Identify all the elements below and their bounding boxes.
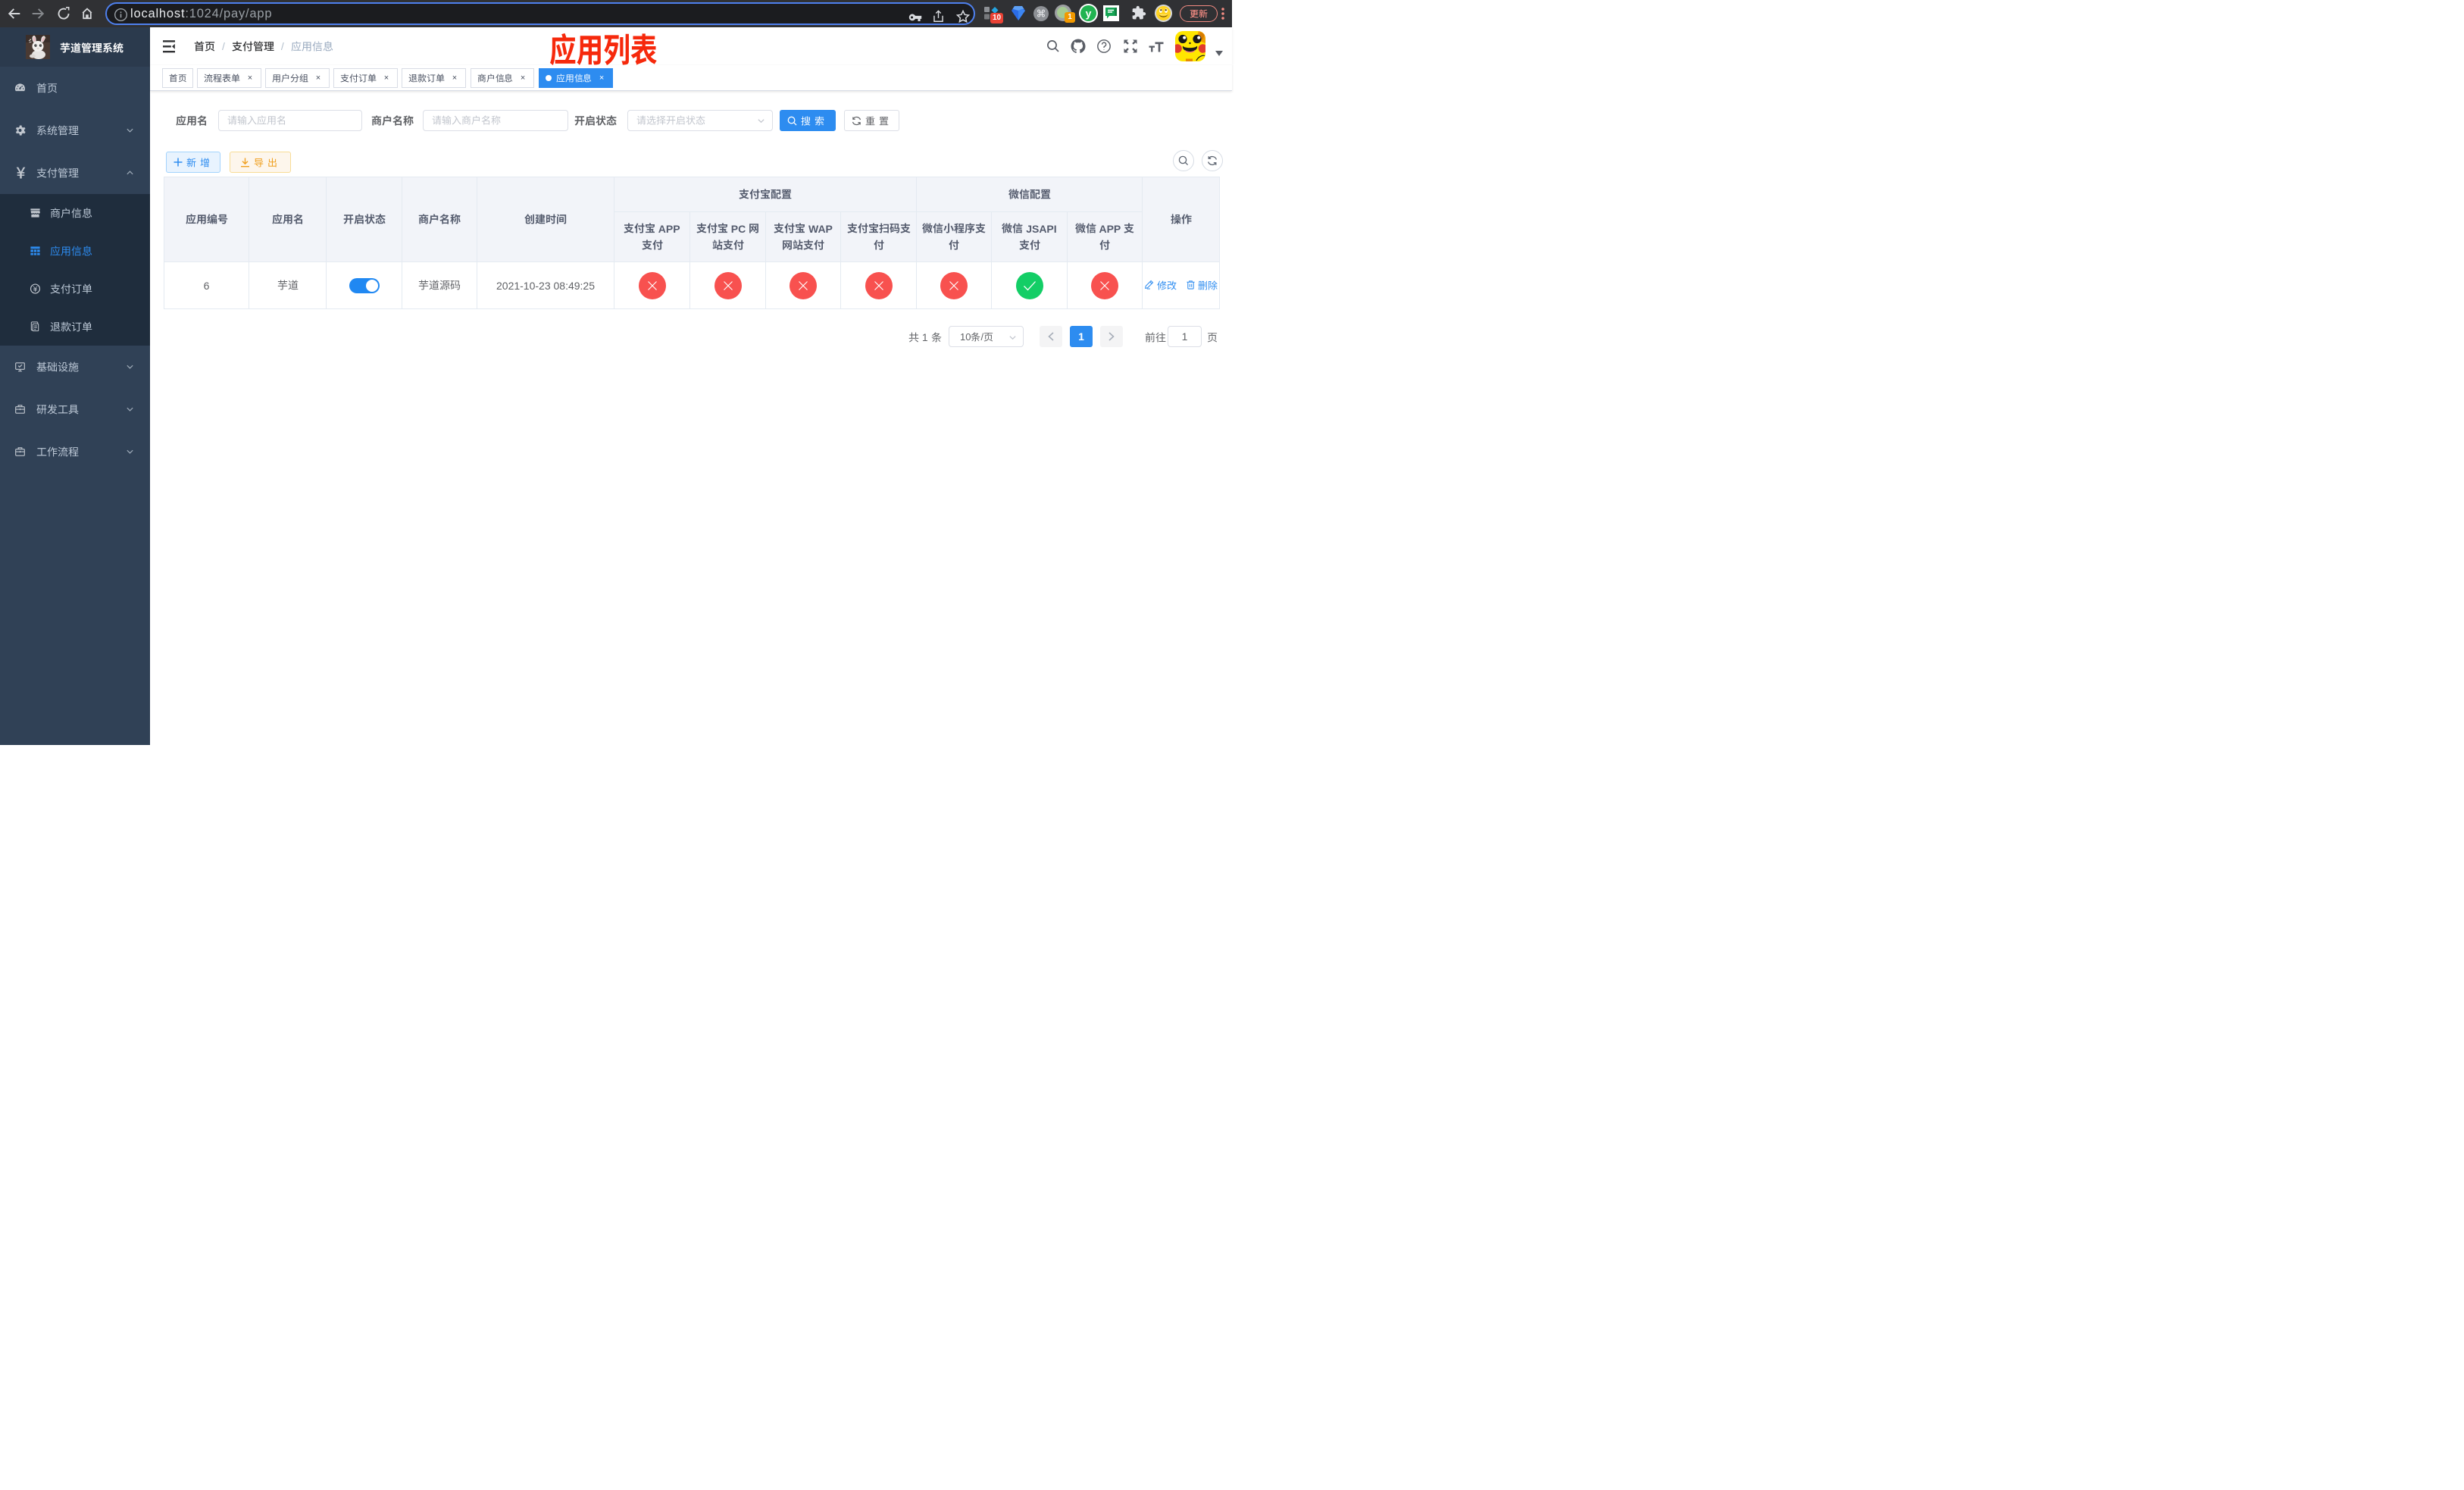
- svg-text:y: y: [1086, 8, 1092, 20]
- svg-text:⌘: ⌘: [1037, 8, 1046, 20]
